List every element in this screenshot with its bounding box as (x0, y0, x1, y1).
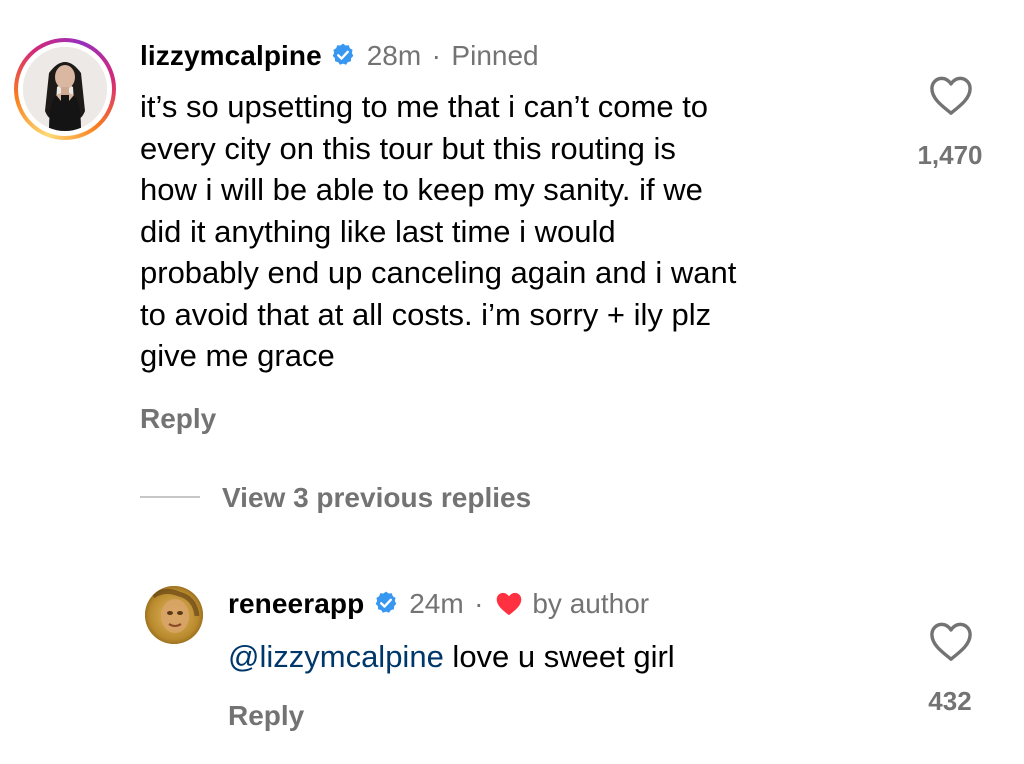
avatar-image (23, 47, 107, 131)
reply-button[interactable]: Reply (228, 700, 304, 732)
like-button[interactable] (928, 74, 974, 116)
mention-link[interactable]: @lizzymcalpine (228, 639, 444, 674)
reply-header: reneerapp 24m · by author (228, 588, 649, 625)
view-previous-replies-button[interactable]: View 3 previous replies (222, 482, 531, 514)
liked-by-author-label: by author (532, 588, 650, 619)
reply-username[interactable]: reneerapp (228, 588, 364, 619)
heart-outline-icon (930, 76, 972, 115)
pinned-label: Pinned (451, 40, 539, 71)
like-count: 1,470 (917, 140, 983, 170)
verified-badge-icon (373, 590, 399, 621)
heart-outline-icon (930, 622, 972, 661)
reply-time: 24m (409, 588, 464, 619)
avatar-reneerapp[interactable] (145, 586, 203, 644)
thread-divider (140, 496, 200, 498)
like-count: 432 (928, 686, 972, 716)
reply-body: love u sweet girl (443, 639, 675, 674)
meta-separator: · (474, 588, 484, 619)
verified-badge-icon (330, 42, 356, 73)
like-button[interactable] (928, 620, 974, 662)
meta-separator: · (431, 40, 441, 71)
heart-filled-icon (494, 590, 524, 622)
avatar-lizzymcalpine[interactable] (23, 47, 107, 131)
avatar-image (145, 586, 203, 644)
reply-text: @lizzymcalpine love u sweet girl (228, 636, 675, 678)
avatar-story-ring[interactable] (14, 38, 116, 140)
comment-text: it’s so upsetting to me that i can’t com… (140, 89, 737, 373)
comment-header: lizzymcalpine 28m · Pinned (140, 40, 539, 76)
reply-button[interactable]: Reply (140, 403, 216, 435)
comment-time: 28m (366, 40, 422, 71)
comment-username[interactable]: lizzymcalpine (140, 40, 322, 71)
